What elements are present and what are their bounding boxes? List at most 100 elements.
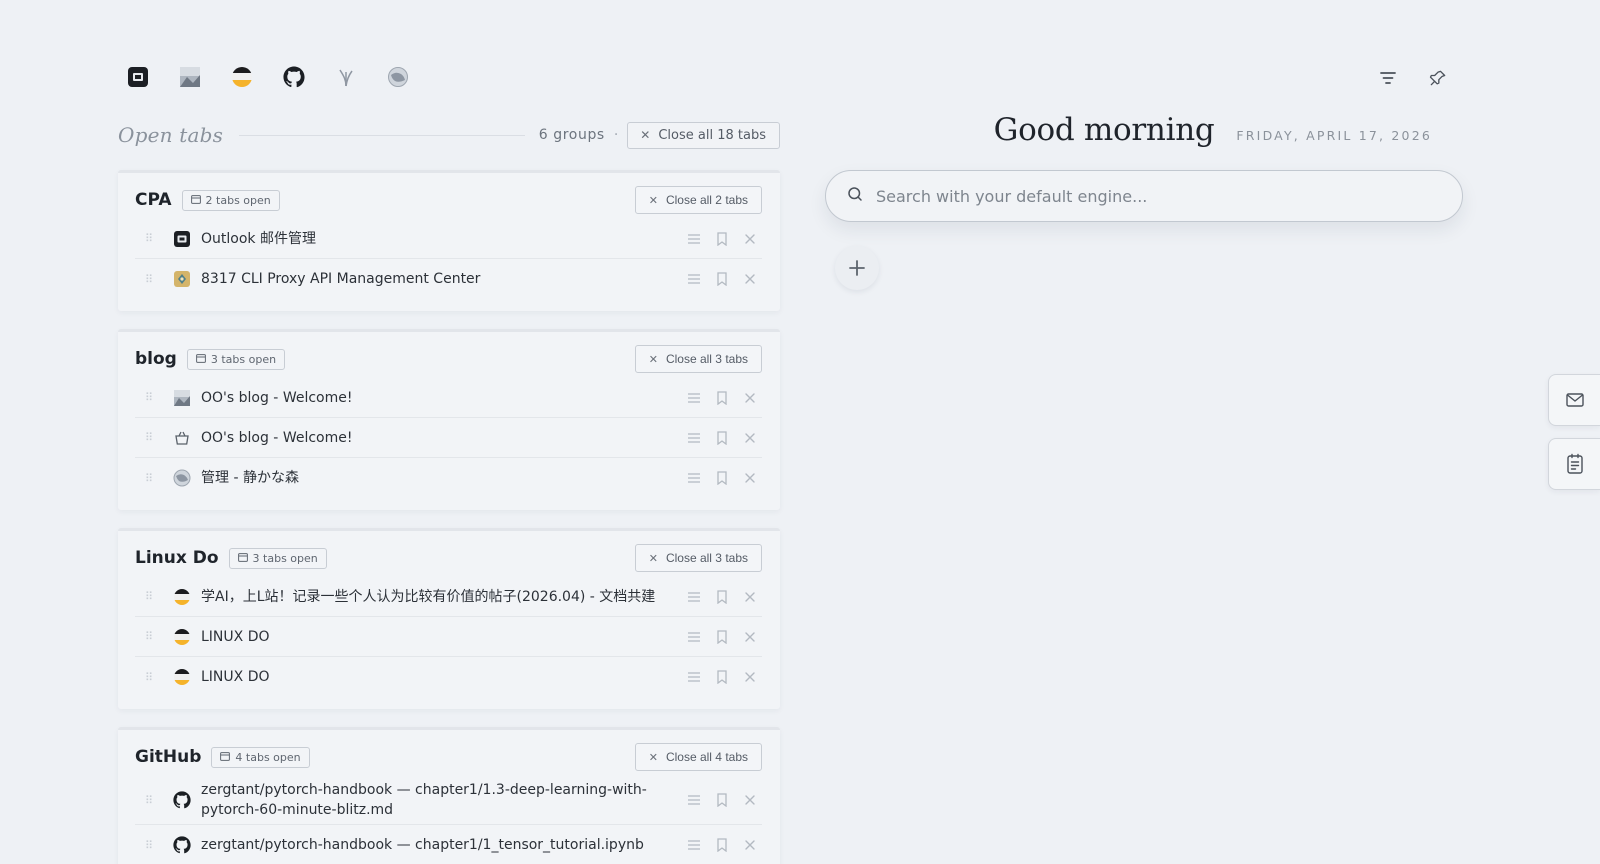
github-favicon[interactable] — [283, 66, 305, 88]
add-shortcut-button[interactable] — [835, 246, 879, 290]
tab-groups: CPA 2 tabs open ✕ Close all 2 tabs ⠿ Out… — [118, 170, 780, 864]
close-group-label: Close all 4 tabs — [665, 750, 748, 764]
list-icon[interactable] — [686, 792, 702, 808]
tab-group: CPA 2 tabs open ✕ Close all 2 tabs ⠿ Out… — [118, 170, 780, 311]
list-icon[interactable] — [686, 629, 702, 645]
tab-row[interactable]: ⠿ 学AI，上L站！记录一些个人认为比较有价值的帖子(2026.04) - 文档… — [135, 577, 762, 617]
tab-row[interactable]: ⠿ OO's blog - Welcome! — [135, 378, 762, 418]
tab-title[interactable]: zergtant/pytorch-handbook — chapter1/1.3… — [201, 780, 686, 820]
close-tab-icon[interactable] — [742, 792, 758, 808]
bookmark-icon[interactable] — [714, 629, 730, 645]
bookmark-icon[interactable] — [714, 231, 730, 247]
drag-handle-icon[interactable]: ⠿ — [145, 671, 161, 684]
drag-handle-icon[interactable]: ⠿ — [145, 839, 161, 852]
blog-photo-favicon[interactable] — [179, 66, 201, 88]
close-group-label: Close all 3 tabs — [665, 551, 748, 565]
tab-count-icon — [220, 751, 231, 764]
tab-row[interactable]: ⠿ 管理 - 静かな森 — [135, 458, 762, 498]
tab-title[interactable]: LINUX DO — [201, 627, 686, 647]
list-icon[interactable] — [686, 271, 702, 287]
bookmark-icon[interactable] — [714, 390, 730, 406]
date-label: FRIDAY, APRIL 17, 2026 — [1236, 128, 1432, 143]
tab-actions — [686, 390, 758, 406]
linuxdo-icon — [173, 668, 191, 686]
group-name[interactable]: Linux Do — [135, 548, 219, 568]
list-icon[interactable] — [686, 669, 702, 685]
close-tab-icon[interactable] — [742, 231, 758, 247]
tab-row[interactable]: ⠿ zergtant/pytorch-handbook — chapter1/1… — [135, 776, 762, 825]
plant-favicon[interactable] — [335, 66, 357, 88]
close-tab-icon[interactable] — [742, 430, 758, 446]
close-tab-icon[interactable] — [742, 629, 758, 645]
tab-row[interactable]: ⠿ LINUX DO — [135, 657, 762, 697]
pin-icon[interactable] — [1426, 66, 1450, 90]
tab-actions — [686, 792, 758, 808]
close-group-button[interactable]: ✕ Close all 3 tabs — [634, 544, 762, 572]
drag-handle-icon[interactable]: ⠿ — [145, 431, 161, 444]
outlook-favicon[interactable] — [127, 66, 149, 88]
side-notes-button[interactable] — [1548, 438, 1600, 490]
top-actions — [1376, 66, 1450, 90]
drag-handle-icon[interactable]: ⠿ — [145, 273, 161, 286]
close-tab-icon[interactable] — [742, 390, 758, 406]
tab-title[interactable]: OO's blog - Welcome! — [201, 388, 686, 408]
bookmark-icon[interactable] — [714, 837, 730, 853]
list-icon[interactable] — [686, 837, 702, 853]
tab-title[interactable]: 管理 - 静かな森 — [201, 468, 686, 488]
drag-handle-icon[interactable]: ⠿ — [145, 232, 161, 245]
bookmark-icon[interactable] — [714, 589, 730, 605]
list-icon[interactable] — [686, 430, 702, 446]
close-all-tabs-button[interactable]: ✕ Close all 18 tabs — [627, 121, 780, 149]
group-tab-count: 3 tabs open — [210, 352, 277, 366]
close-tab-icon[interactable] — [742, 271, 758, 287]
side-mail-button[interactable] — [1548, 374, 1600, 426]
tab-row[interactable]: ⠿ OO's blog - Welcome! — [135, 418, 762, 458]
group-name[interactable]: blog — [135, 349, 177, 369]
close-tab-icon[interactable] — [742, 669, 758, 685]
group-tab-count: 4 tabs open — [235, 750, 301, 764]
linuxdo-favicon[interactable] — [231, 66, 253, 88]
filter-icon[interactable] — [1376, 66, 1400, 90]
close-tab-icon[interactable] — [742, 837, 758, 853]
tab-count-icon — [237, 552, 248, 565]
group-header: Linux Do 3 tabs open ✕ Close all 3 tabs — [135, 543, 762, 573]
list-icon[interactable] — [686, 231, 702, 247]
tab-title[interactable]: LINUX DO — [201, 667, 686, 687]
drag-handle-icon[interactable]: ⠿ — [145, 472, 161, 485]
tab-title[interactable]: 8317 CLI Proxy API Management Center — [201, 269, 686, 289]
close-tab-icon[interactable] — [742, 470, 758, 486]
search-bar[interactable] — [825, 170, 1463, 222]
tab-row[interactable]: ⠿ Outlook 邮件管理 — [135, 219, 762, 259]
close-group-button[interactable]: ✕ Close all 3 tabs — [634, 345, 762, 373]
drag-handle-icon[interactable]: ⠿ — [145, 590, 161, 603]
list-icon[interactable] — [686, 470, 702, 486]
close-group-button[interactable]: ✕ Close all 2 tabs — [634, 186, 762, 214]
list-icon[interactable] — [686, 589, 702, 605]
close-group-button[interactable]: ✕ Close all 4 tabs — [634, 743, 762, 771]
bookmark-icon[interactable] — [714, 669, 730, 685]
list-icon[interactable] — [686, 390, 702, 406]
tab-title[interactable]: Outlook 邮件管理 — [201, 229, 686, 249]
tab-row[interactable]: ⠿ zergtant/pytorch-handbook — chapter1/1… — [135, 825, 762, 864]
bookmark-icon[interactable] — [714, 430, 730, 446]
pinned-favicons — [127, 66, 409, 88]
tab-title[interactable]: 学AI，上L站！记录一些个人认为比较有价值的帖子(2026.04) - 文档共建 — [201, 587, 686, 607]
close-group-label: Close all 2 tabs — [665, 193, 748, 207]
tab-title[interactable]: OO's blog - Welcome! — [201, 428, 686, 448]
close-tab-icon[interactable] — [742, 589, 758, 605]
notes-icon — [1566, 453, 1583, 474]
bookmark-icon[interactable] — [714, 792, 730, 808]
drag-handle-icon[interactable]: ⠿ — [145, 794, 161, 807]
group-name[interactable]: CPA — [135, 190, 172, 210]
bookmark-icon[interactable] — [714, 271, 730, 287]
drag-handle-icon[interactable]: ⠿ — [145, 630, 161, 643]
search-input[interactable] — [876, 186, 1462, 206]
tab-group: Linux Do 3 tabs open ✕ Close all 3 tabs … — [118, 528, 780, 709]
bookmark-icon[interactable] — [714, 470, 730, 486]
globe-favicon[interactable] — [387, 66, 409, 88]
tab-row[interactable]: ⠿ LINUX DO — [135, 617, 762, 657]
tab-row[interactable]: ⠿ 8317 CLI Proxy API Management Center — [135, 259, 762, 299]
group-name[interactable]: GitHub — [135, 747, 201, 767]
tab-title[interactable]: zergtant/pytorch-handbook — chapter1/1_t… — [201, 835, 686, 855]
drag-handle-icon[interactable]: ⠿ — [145, 391, 161, 404]
